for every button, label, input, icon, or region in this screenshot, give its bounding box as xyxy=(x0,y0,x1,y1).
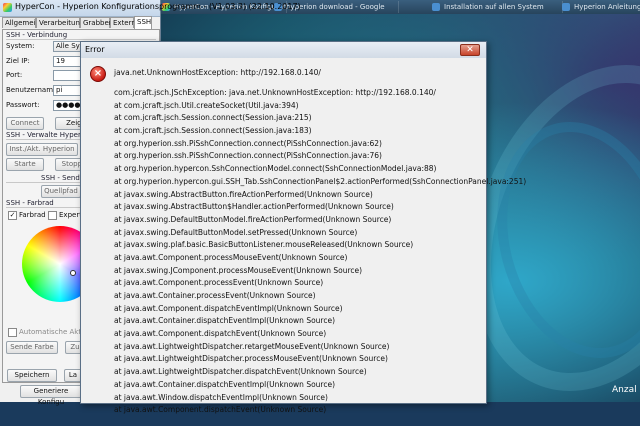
connect-button[interactable]: Connect xyxy=(6,117,44,130)
stack-trace-line: at java.awt.LightweightDispatcher.proces… xyxy=(114,354,388,364)
stack-trace-line: at java.awt.Component.dispatchEvent(Unkn… xyxy=(114,329,327,339)
stack-trace-line: at javax.swing.AbstractButton.fireAction… xyxy=(114,189,373,199)
color-wheel-marker[interactable] xyxy=(70,270,76,276)
install-hyperion-button[interactable]: Inst./Akt. Hyperion xyxy=(6,143,78,156)
generate-config-button[interactable]: Generiere Konfigu xyxy=(20,385,82,406)
stack-trace-line: at java.awt.Container.dispatchEventImpl(… xyxy=(114,379,336,389)
stack-trace-line: at org.hyperion.ssh.PiSshConnection.conn… xyxy=(114,151,382,161)
dialog-title: Error xyxy=(85,45,105,54)
dialog-titlebar[interactable]: Error ✕ xyxy=(81,42,486,58)
browser-icon xyxy=(432,3,440,11)
stack-trace-line: at javax.swing.AbstractButton$Handler.ac… xyxy=(114,202,394,212)
stack-trace-line: at javax.swing.plaf.basic.BasicButtonLis… xyxy=(114,240,414,250)
stack-trace-line: at java.awt.Component.dispatchEventImpl(… xyxy=(114,303,343,313)
expert-checkbox[interactable] xyxy=(48,211,57,220)
stack-trace-line: at org.hyperion.hypercon.gui.SSH_Tab.Ssh… xyxy=(114,176,527,186)
tab-allgemein[interactable]: Allgemein xyxy=(2,17,40,28)
group-ssh-manage: SSH - Verwalte Hyperion xyxy=(6,131,92,139)
stack-trace-line: at java.awt.Window.dispatchEventImpl(Unk… xyxy=(114,392,328,402)
stack-trace-line: at java.awt.Component.dispatchEvent(Unkn… xyxy=(114,405,327,415)
stack-trace: com.jcraft.jsch.JSchException: java.net.… xyxy=(114,87,527,417)
stack-trace-line: at com.jcraft.jsch.Session.connect(Sessi… xyxy=(114,113,312,123)
tab-bar: Allgemein Verarbeitung Grabber Extern SS… xyxy=(2,16,162,29)
source-path-button[interactable]: Quellpfad xyxy=(41,185,81,198)
stack-trace-line: at javax.swing.DefaultButtonModel.setPre… xyxy=(114,227,358,237)
close-icon[interactable]: ✕ xyxy=(460,44,480,56)
stack-trace-line: at com.jcraft.jsch.Session.connect(Sessi… xyxy=(114,126,312,136)
password-label: Passwort: xyxy=(6,101,40,109)
error-message: java.net.UnknownHostException: http://19… xyxy=(114,68,321,77)
username-label: Benutzername: xyxy=(6,86,60,94)
color-wheel-label: Farbrad xyxy=(19,211,46,219)
color-wheel-checkbox[interactable]: ✓ xyxy=(8,211,17,220)
error-dialog: Error ✕ × java.net.UnknownHostException:… xyxy=(80,41,526,414)
send-color-button[interactable]: Sende Farbe xyxy=(6,341,58,354)
taskbar-item-browser-3[interactable]: Hyperion Anleitung xyxy=(560,1,640,13)
group-ssh-color: SSH - Farbrad xyxy=(6,199,54,207)
stack-trace-line: com.jcraft.jsch.JSchException: java.net.… xyxy=(114,88,436,97)
taskbar-item-label: Installation auf allen System xyxy=(444,3,544,11)
target-ip-label: Ziel IP: xyxy=(6,57,30,65)
divider xyxy=(6,39,156,40)
app-icon xyxy=(3,3,12,12)
group-ssh-connection: SSH - Verbindung xyxy=(6,31,68,39)
taskbar-item-browser-2[interactable]: Installation auf allen System xyxy=(430,1,563,13)
taskbar-item-label: Hyperion Anleitung xyxy=(574,3,640,11)
auto-update-checkbox[interactable] xyxy=(8,328,17,337)
tab-ssh[interactable]: SSH xyxy=(134,16,152,29)
window-titlebar[interactable]: HyperCon - Hyperion Konfigurationsprogra… xyxy=(0,0,301,17)
stack-trace-line: at java.awt.Component.processEvent(Unkno… xyxy=(114,278,324,288)
window-title: HyperCon - Hyperion Konfigurationsprogra… xyxy=(15,2,301,11)
stack-trace-line: at org.hyperion.hypercon.SshConnectionMo… xyxy=(114,164,437,174)
stack-trace-line: at javax.swing.JComponent.processMouseEv… xyxy=(114,265,363,275)
error-icon: × xyxy=(90,66,106,82)
stack-trace-line: at com.jcraft.jsch.Util.createSocket(Uti… xyxy=(114,100,299,110)
stack-trace-line: at java.awt.LightweightDispatcher.retarg… xyxy=(114,341,390,351)
port-label: Port: xyxy=(6,71,23,79)
stack-trace-line: at java.awt.LightweightDispatcher.dispat… xyxy=(114,367,367,377)
desktop-partial-text: Anzal xyxy=(612,385,637,395)
start-button[interactable]: Starte xyxy=(6,158,44,171)
stack-trace-line: at org.hyperion.ssh.PiSshConnection.conn… xyxy=(114,138,382,148)
system-label: System: xyxy=(6,42,35,50)
stack-trace-line: at java.awt.Container.dispatchEventImpl(… xyxy=(114,316,336,326)
group-ssh-send: SSH - Sende xyxy=(41,174,85,182)
stack-trace-line: at java.awt.Container.processEvent(Unkno… xyxy=(114,291,316,300)
save-button[interactable]: Speichern xyxy=(7,369,57,382)
tab-verarbeitung[interactable]: Verarbeitung xyxy=(36,17,84,28)
browser-icon xyxy=(562,3,570,11)
tab-grabber[interactable]: Grabber xyxy=(80,17,112,28)
tab-extern[interactable]: Extern xyxy=(110,17,136,28)
stack-trace-line: at javax.swing.DefaultButtonModel.fireAc… xyxy=(114,214,392,224)
taskbar-item-label: hyperion download - Google xyxy=(286,3,385,11)
stack-trace-line: at java.awt.Component.processMouseEvent(… xyxy=(114,252,348,262)
